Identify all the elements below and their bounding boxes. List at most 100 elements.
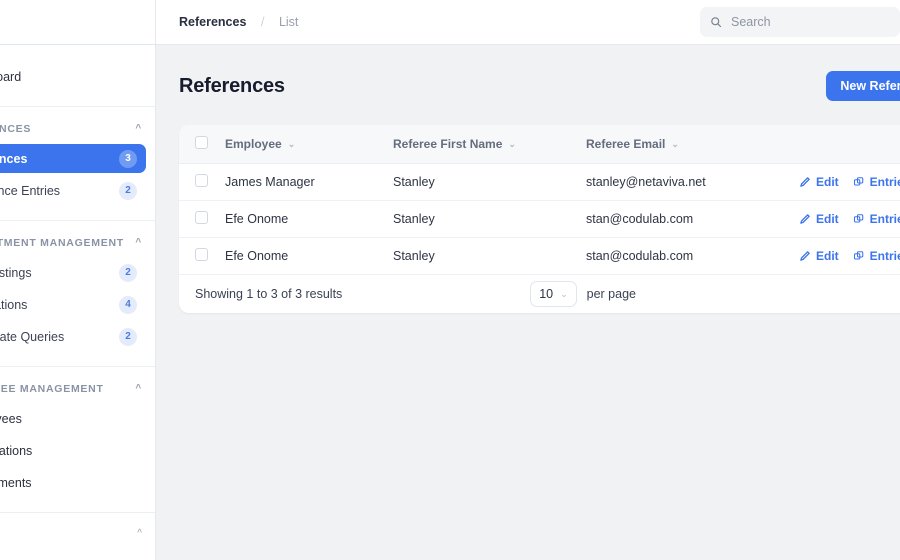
sidebar-item-label: Designations xyxy=(0,443,33,458)
sidebar-section-references: REFERENCES ^ References 3 Reference Entr… xyxy=(0,107,155,221)
breadcrumb-current: List xyxy=(278,15,299,29)
chevron-down-icon[interactable]: ⌄ xyxy=(288,139,296,149)
breadcrumb-root[interactable]: References xyxy=(179,15,246,29)
edit-label: Edit xyxy=(816,175,839,189)
sidebar-section-label: REFERENCES xyxy=(0,123,32,135)
cell-referee-email: stanley@netaviva.net xyxy=(586,163,799,201)
sidebar-item-label: Dashboard xyxy=(0,69,22,84)
status-badge: 2 xyxy=(119,181,137,200)
cell-employee: Efe Onome xyxy=(225,237,393,275)
row-checkbox-cell xyxy=(179,163,225,201)
sidebar-item-job-postings[interactable]: Job Postings 2 xyxy=(0,258,146,287)
references-table-card: Employee ⌄ Referee First Name ⌄ Referee … xyxy=(179,125,900,313)
column-header-referee-first-name[interactable]: Referee First Name ⌄ xyxy=(393,125,586,164)
row-checkbox[interactable] xyxy=(195,211,208,224)
sidebar-section-header-recruitment[interactable]: RECRUITMENT MANAGEMENT ^ xyxy=(0,231,155,255)
table-row[interactable]: Efe Onome Stanley stan@codulab.com Edit … xyxy=(179,200,900,238)
entries-label: Entries xyxy=(869,212,900,226)
chevron-up-icon[interactable]: ^ xyxy=(137,529,142,539)
chevron-down-icon[interactable]: ⌄ xyxy=(508,139,516,149)
table-row[interactable]: James Manager Stanley stanley@netaviva.n… xyxy=(179,163,900,201)
sidebar-section-recruitment-management: RECRUITMENT MANAGEMENT ^ Job Postings 2 … xyxy=(0,221,155,367)
sidebar-section-employee-management: EMPLOYEE MANAGEMENT ^ Employees Designat… xyxy=(0,367,155,513)
sidebar-item-label: Job Postings xyxy=(0,265,32,280)
sidebar-item-label: Employees xyxy=(0,411,22,426)
per-page-control: 10 ⌄ per page xyxy=(530,281,636,307)
pencil-icon xyxy=(799,250,811,262)
chevron-down-icon[interactable]: ⌄ xyxy=(560,289,568,299)
sidebar-item-departments[interactable]: Departments xyxy=(0,468,146,497)
select-all-checkbox[interactable] xyxy=(195,136,208,149)
table-header: Employee ⌄ Referee First Name ⌄ Referee … xyxy=(179,125,900,164)
results-count-text: Showing 1 to 3 of 3 results xyxy=(195,287,343,301)
cell-referee-first-name: Stanley xyxy=(393,200,586,238)
sidebar-item-references[interactable]: References 3 xyxy=(0,144,146,173)
column-label: Referee First Name xyxy=(393,137,503,151)
content-area: References New Reference xyxy=(156,45,900,560)
chevron-up-icon[interactable]: ^ xyxy=(135,124,142,134)
sidebar-section-header-employee[interactable]: EMPLOYEE MANAGEMENT ^ xyxy=(0,377,155,401)
row-checkbox[interactable] xyxy=(195,174,208,187)
edit-button[interactable]: Edit xyxy=(799,249,839,263)
sidebar-scroll-container: Dashboard REFERENCES ^ References 3 Refe… xyxy=(0,0,155,560)
references-table: Employee ⌄ Referee First Name ⌄ Referee … xyxy=(179,125,900,275)
topbar: References / List xyxy=(156,0,900,45)
column-header-referee-email[interactable]: Referee Email ⌄ xyxy=(586,125,799,164)
cell-referee-email: stan@codulab.com xyxy=(586,200,799,238)
chevron-down-icon[interactable]: ⌄ xyxy=(671,139,679,149)
sidebar-section-header-references[interactable]: REFERENCES ^ xyxy=(0,117,155,141)
column-label: Referee Email xyxy=(586,137,666,151)
sidebar-item-label: Reference Entries xyxy=(0,183,61,198)
app-root: Dashboard REFERENCES ^ References 3 Refe… xyxy=(0,0,900,560)
layers-icon xyxy=(853,176,865,188)
per-page-value: 10 xyxy=(539,287,554,301)
row-checkbox[interactable] xyxy=(195,248,208,261)
chevron-up-icon[interactable]: ^ xyxy=(135,384,142,394)
search-box[interactable] xyxy=(700,7,900,37)
status-badge: 2 xyxy=(119,263,137,282)
per-page-label: per page xyxy=(586,287,636,301)
status-badge: 2 xyxy=(119,327,137,346)
sidebar-item-dashboard[interactable]: Dashboard xyxy=(0,62,146,91)
entries-button[interactable]: Entries xyxy=(853,249,900,263)
pencil-icon xyxy=(799,213,811,225)
sidebar-item-label: Candidate Queries xyxy=(0,329,65,344)
search-input[interactable] xyxy=(731,15,890,29)
page-header: References New Reference xyxy=(179,71,900,101)
edit-label: Edit xyxy=(816,249,839,263)
sidebar-item-candidate-queries[interactable]: Candidate Queries 2 xyxy=(0,322,146,351)
sidebar-item-designations[interactable]: Designations xyxy=(0,436,146,465)
table-body: James Manager Stanley stanley@netaviva.n… xyxy=(179,163,900,275)
status-badge: 3 xyxy=(119,149,137,168)
breadcrumb-separator: / xyxy=(260,14,265,29)
entries-button[interactable]: Entries xyxy=(853,212,900,226)
new-reference-button[interactable]: New Reference xyxy=(826,71,900,101)
edit-button[interactable]: Edit xyxy=(799,212,839,226)
sidebar-item-applications[interactable]: Applications 4 xyxy=(0,290,146,319)
column-label: Employee xyxy=(225,137,282,151)
sidebar-item-reference-entries[interactable]: Reference Entries 2 xyxy=(0,176,146,205)
sidebar-section-label: EMPLOYEE MANAGEMENT xyxy=(0,383,104,395)
main-area: References / List References New Referen… xyxy=(156,0,900,560)
page-title: References xyxy=(179,74,285,97)
sidebar: Dashboard REFERENCES ^ References 3 Refe… xyxy=(0,0,156,560)
sidebar-item-employees[interactable]: Employees xyxy=(0,404,146,433)
select-all-cell xyxy=(179,125,225,164)
row-checkbox-cell xyxy=(179,237,225,275)
column-header-employee[interactable]: Employee ⌄ xyxy=(225,125,393,164)
entries-label: Entries xyxy=(869,175,900,189)
table-footer: Showing 1 to 3 of 3 results 10 ⌄ per pag… xyxy=(179,275,900,313)
sidebar-brand-row xyxy=(0,0,155,45)
entries-button[interactable]: Entries xyxy=(853,175,900,189)
cell-referee-first-name: Stanley xyxy=(393,163,586,201)
chevron-up-icon[interactable]: ^ xyxy=(135,238,142,248)
edit-label: Edit xyxy=(816,212,839,226)
sidebar-section-dashboard: Dashboard xyxy=(0,45,155,107)
layers-icon xyxy=(853,250,865,262)
per-page-select[interactable]: 10 ⌄ xyxy=(530,281,577,307)
table-row[interactable]: Efe Onome Stanley stan@codulab.com Edit … xyxy=(179,237,900,275)
sidebar-item-label: References xyxy=(0,151,28,166)
search-icon xyxy=(710,16,722,28)
edit-button[interactable]: Edit xyxy=(799,175,839,189)
status-badge: 4 xyxy=(119,295,137,314)
